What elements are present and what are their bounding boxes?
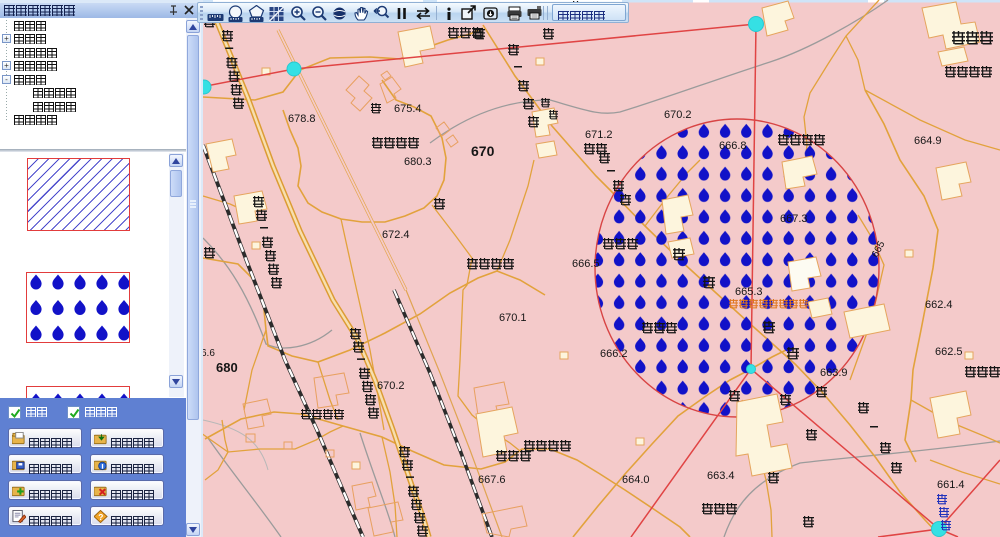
svg-text:666.5: 666.5	[572, 258, 600, 270]
svg-text:678.8: 678.8	[288, 113, 316, 125]
svg-text:663.4: 663.4	[707, 470, 735, 482]
svg-text:663.9: 663.9	[820, 367, 848, 379]
svg-text:665.3: 665.3	[735, 286, 763, 298]
svg-text:670.2: 670.2	[377, 380, 405, 392]
svg-text:680: 680	[216, 360, 238, 375]
svg-text:662.5: 662.5	[935, 346, 963, 358]
svg-text:667.3: 667.3	[780, 213, 808, 225]
svg-text:670: 670	[471, 143, 495, 159]
svg-text:666.2: 666.2	[600, 348, 628, 360]
svg-text:666.8: 666.8	[719, 140, 747, 152]
svg-text:670.1: 670.1	[499, 312, 527, 324]
svg-text:680.3: 680.3	[404, 156, 432, 168]
svg-text:672.4: 672.4	[382, 229, 410, 241]
svg-text:664.0: 664.0	[622, 474, 650, 486]
svg-text:667.6: 667.6	[478, 474, 506, 486]
svg-text:670.2: 670.2	[664, 109, 692, 121]
svg-text:664.9: 664.9	[914, 135, 942, 147]
svg-text:662.4: 662.4	[925, 299, 953, 311]
svg-text:675.4: 675.4	[394, 103, 422, 115]
svg-text:671.2: 671.2	[585, 129, 613, 141]
svg-text:6.6: 6.6	[201, 348, 215, 359]
svg-text:661.4: 661.4	[937, 479, 965, 491]
svg-text:?: ?	[98, 512, 103, 522]
